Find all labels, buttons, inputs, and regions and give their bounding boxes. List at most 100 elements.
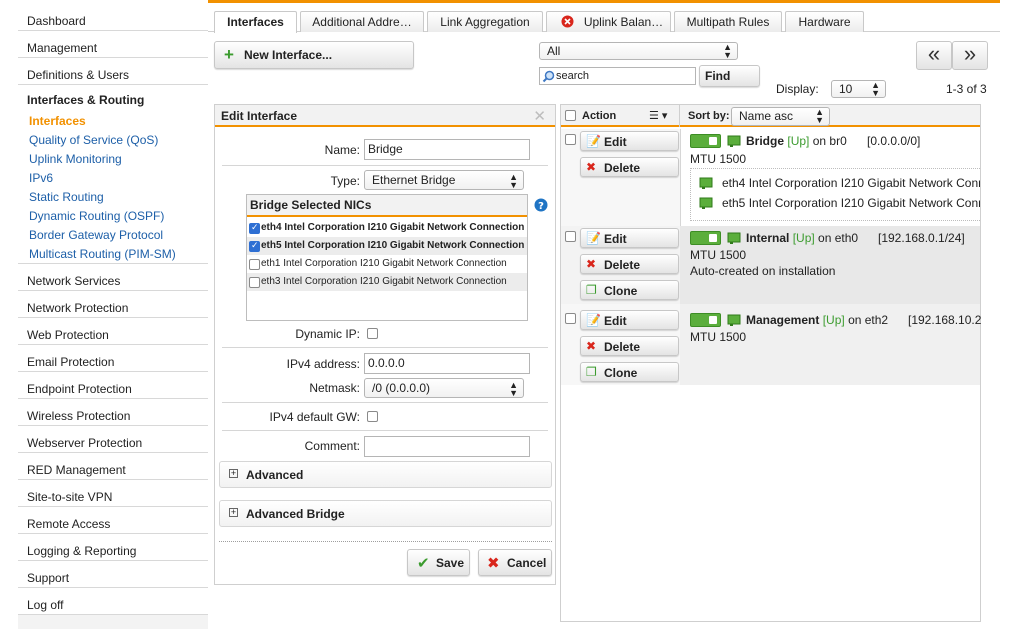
sidebar-sub-multicast[interactable]: Multicast Routing (PIM-SM) [29,247,176,261]
sidebar-sub-uplink-monitoring[interactable]: Uplink Monitoring [29,152,122,166]
expand-icon: + [229,468,238,478]
netmask-select[interactable]: /0 (0.0.0.0) ▲ ▼ [364,378,524,398]
tab-additional-addresses[interactable]: Additional Addre… [300,11,424,32]
cancel-button[interactable]: ✖ Cancel [478,549,552,576]
dynamic-ip-checkbox[interactable] [367,328,378,339]
nic-row-eth5[interactable]: eth5 Intel Corporation I210 Gigabit Netw… [247,237,527,255]
sort-value: Name asc [739,109,794,123]
type-label: Type: [330,174,360,188]
tab-hardware[interactable]: Hardware [785,11,864,32]
sidebar-item-dashboard[interactable]: Dashboard [18,4,208,31]
tab-uplink-balancing[interactable]: Uplink Balan… [546,11,671,32]
nic-checkbox[interactable] [249,259,260,270]
delete-button[interactable]: ✖ Delete [580,157,679,177]
tab-interfaces[interactable]: Interfaces [214,11,297,33]
clone-icon: ❐ [586,365,597,379]
search-icon [542,70,555,83]
column-menu-icon[interactable]: ☰ ▾ [649,109,667,122]
record-count: 1-3 of 3 [946,82,987,96]
sort-select[interactable]: Name asc ▲ ▼ [731,107,830,126]
sidebar-item-network-protection[interactable]: Network Protection [18,291,208,318]
delete-button[interactable]: ✖ Delete [580,254,679,274]
dynamic-ip-label: Dynamic IP: [295,327,360,341]
new-interface-button[interactable]: + New Interface... [214,41,414,69]
help-icon[interactable]: ? [534,198,548,212]
nic-checkbox[interactable] [249,277,260,288]
interface-name: Management [746,313,820,327]
enable-toggle[interactable] [690,134,721,148]
tab-link-aggregation[interactable]: Link Aggregation [427,11,543,32]
interface-row-internal[interactable]: Internal [Up] on eth0 [746,231,858,245]
edit-label: Edit [604,314,627,328]
prev-page-button[interactable]: « [916,41,952,70]
display-value: 10 [839,82,853,96]
divider [222,430,548,431]
sidebar-item-endpoint-protection[interactable]: Endpoint Protection [18,372,208,399]
sidebar-item-definitions-users[interactable]: Definitions & Users [18,58,208,85]
clone-label: Clone [604,366,638,380]
nic-checkbox[interactable] [249,222,260,234]
select-all-checkbox[interactable] [565,110,576,121]
sidebar-item-log-off[interactable]: Log off [18,588,208,615]
edit-button[interactable]: 📝 Edit [580,228,679,248]
sidebar-item-web-protection[interactable]: Web Protection [18,318,208,345]
filter-value: All [547,44,561,58]
sidebar-sub-interfaces[interactable]: Interfaces [29,114,86,128]
sidebar-item-email-protection[interactable]: Email Protection [18,345,208,372]
row-checkbox[interactable] [565,313,576,324]
default-gw-checkbox[interactable] [367,411,378,422]
name-field[interactable]: Bridge [364,139,530,160]
edit-button[interactable]: 📝 Edit [580,310,679,330]
name-label: Name: [324,143,360,157]
interface-row-management[interactable]: Management [Up] on eth2 [746,313,888,327]
next-page-button[interactable]: » [952,41,988,70]
sidebar-sub-ipv6[interactable]: IPv6 [29,171,53,185]
filter-select[interactable]: All ▲ ▼ [539,42,738,60]
sidebar-sub-static-routing[interactable]: Static Routing [29,190,104,204]
search-input[interactable]: search [539,67,696,85]
clone-button[interactable]: ❐ Clone [580,280,679,300]
row-checkbox[interactable] [565,231,576,242]
edit-label: Edit [604,232,627,246]
display-select[interactable]: 10 ▲ ▼ [831,80,886,98]
sidebar-sub-qos[interactable]: Quality of Service (QoS) [29,133,158,147]
ipv4-address-field[interactable]: 0.0.0.0 [364,353,530,374]
sidebar-item-network-services[interactable]: Network Services [18,264,208,291]
nic-row-eth4[interactable]: eth4 Intel Corporation I210 Gigabit Netw… [247,219,527,237]
interface-comment: Auto-created on installation [690,264,836,278]
tab-multipath-rules[interactable]: Multipath Rules [674,11,782,32]
comment-field[interactable] [364,436,530,457]
sidebar-sub-ospf[interactable]: Dynamic Routing (OSPF) [29,209,164,223]
enable-toggle[interactable] [690,313,721,327]
sidebar-item-remote-access[interactable]: Remote Access [18,507,208,534]
sidebar-item-wireless-protection[interactable]: Wireless Protection [18,399,208,426]
advanced-section-toggle[interactable]: + Advanced [219,461,552,488]
nic-row-eth1[interactable]: eth1 Intel Corporation I210 Gigabit Netw… [247,255,527,273]
interface-mtu: MTU 1500 [690,330,747,344]
sidebar-item-support[interactable]: Support [18,561,208,588]
find-button[interactable]: Find [699,65,760,87]
type-select[interactable]: Ethernet Bridge ▲ ▼ [364,170,524,190]
save-button[interactable]: ✔ Save [407,549,470,576]
delete-icon: ✖ [586,160,597,174]
sidebar-item-logging-reporting[interactable]: Logging & Reporting [18,534,208,561]
advanced-bridge-section-toggle[interactable]: + Advanced Bridge [219,500,552,527]
row-checkbox[interactable] [565,134,576,145]
nic-checkbox[interactable] [249,240,260,252]
close-icon[interactable]: ✕ [533,107,546,125]
sidebar-group-title[interactable]: Interfaces & Routing [27,93,144,107]
sidebar-item-site-to-site-vpn[interactable]: Site-to-site VPN [18,480,208,507]
nic-row-eth3[interactable]: eth3 Intel Corporation I210 Gigabit Netw… [247,273,527,291]
clone-button[interactable]: ❐ Clone [580,362,679,382]
enable-toggle[interactable] [690,231,721,245]
delete-button[interactable]: ✖ Delete [580,336,679,356]
sidebar-item-management[interactable]: Management [18,31,208,58]
interface-row-bridge[interactable]: Bridge [Up] on br0 [746,134,847,148]
sidebar-item-red-management[interactable]: RED Management [18,453,208,480]
edit-button[interactable]: 📝 Edit [580,131,679,151]
nic-label: eth5 Intel Corporation I210 Gigabit Netw… [261,240,525,251]
select-arrows-icon: ▲ ▼ [509,380,518,398]
sidebar-item-webserver-protection[interactable]: Webserver Protection [18,426,208,453]
sidebar-sub-bgp[interactable]: Border Gateway Protocol [29,228,163,242]
tab-label: Uplink Balan… [583,15,664,29]
